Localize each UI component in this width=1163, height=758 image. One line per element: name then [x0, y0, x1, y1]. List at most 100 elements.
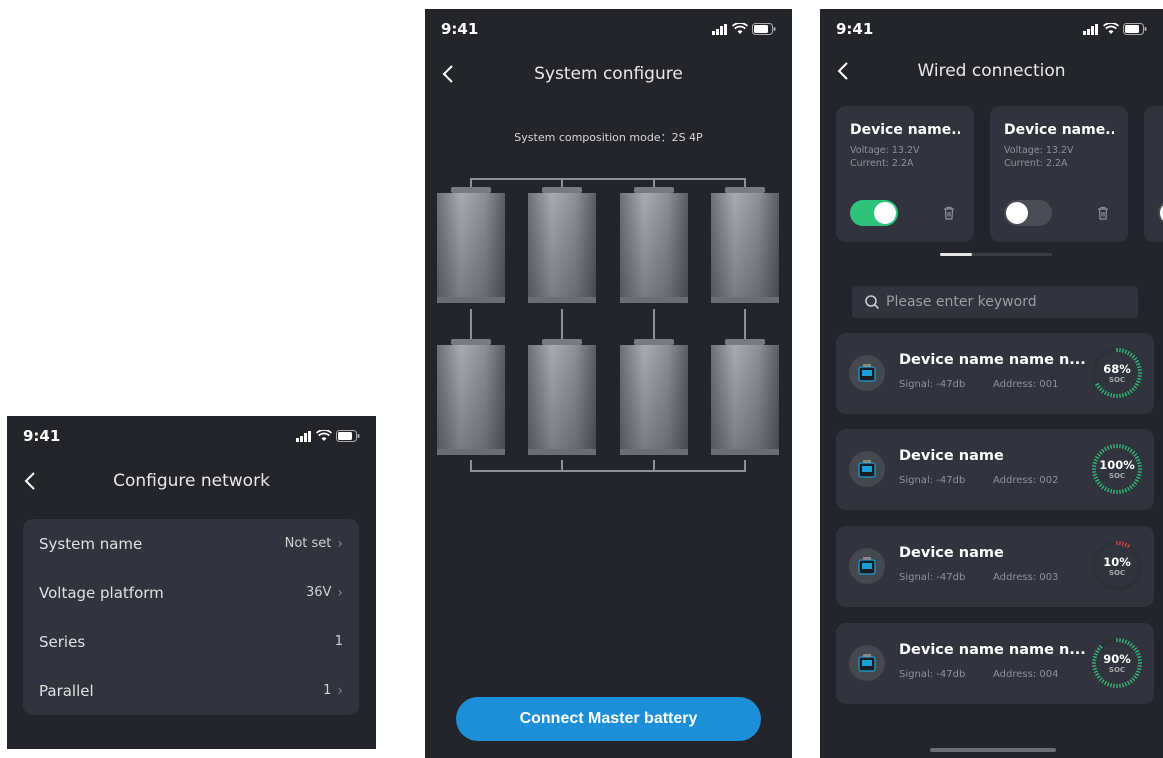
page-title: System configure	[534, 64, 683, 84]
row-label: Series	[39, 632, 86, 651]
row-value: 36V	[305, 585, 332, 600]
battery-icon	[752, 23, 776, 35]
config-card: System name Not set › Voltage platform 36…	[23, 519, 359, 715]
device-toggle[interactable]	[1004, 200, 1052, 226]
back-arrow-icon[interactable]	[437, 62, 461, 86]
device-icon	[849, 355, 885, 391]
device-toggle[interactable]	[1158, 200, 1163, 226]
page-title: Configure network	[113, 471, 270, 491]
home-indicator	[930, 748, 1056, 752]
device-address: Address: 001	[993, 379, 1059, 390]
status-time: 9:41	[23, 427, 61, 445]
status-time: 9:41	[441, 20, 479, 38]
signal-icon	[1083, 23, 1098, 35]
device-voltage: Voltage: 13.2V	[1004, 145, 1074, 156]
battery-cell	[620, 187, 688, 303]
search-icon	[865, 295, 880, 310]
row-value: 1	[323, 683, 332, 698]
device-signal: Signal: -47db	[899, 572, 966, 583]
page-title: Wired connection	[917, 61, 1066, 81]
status-icons	[1083, 23, 1147, 35]
wifi-icon	[316, 430, 332, 441]
device-name: Device name...	[850, 122, 960, 138]
soc-value: 68%	[1103, 362, 1131, 376]
device-list-name: Device name name n...	[899, 642, 1086, 658]
trash-icon[interactable]	[940, 204, 958, 222]
device-icon	[849, 451, 885, 487]
row-label: System name	[39, 534, 143, 553]
search-input[interactable]	[886, 294, 1126, 310]
soc-value: 100%	[1099, 458, 1135, 472]
nav-bar: Configure network	[7, 461, 376, 501]
battery-cell	[437, 187, 505, 303]
device-list-name: Device name	[899, 448, 1004, 464]
soc-label: SOC	[1108, 376, 1126, 384]
composition-mode-text: System composition mode：2S 4P	[514, 131, 703, 144]
battery-cell	[528, 339, 596, 455]
chevron-right-icon: ›	[337, 535, 343, 552]
device-icon	[849, 645, 885, 681]
row-value: Not set	[284, 536, 332, 551]
device-icon	[849, 548, 885, 584]
device-signal: Signal: -47db	[899, 379, 966, 390]
device-current: Current: 2.2A	[1004, 158, 1068, 169]
row-voltage-platform[interactable]: Voltage platform 36V ›	[23, 568, 359, 617]
carousel-pager	[940, 253, 1052, 256]
device-toggle[interactable]	[850, 200, 898, 226]
device-address: Address: 003	[993, 572, 1059, 583]
back-arrow-icon[interactable]	[19, 469, 43, 493]
device-list-item[interactable]: Device name Signal: -47db Address: 003 10% S…	[836, 526, 1154, 607]
soc-label: SOC	[1108, 666, 1126, 674]
wifi-icon	[1103, 23, 1119, 34]
device-address: Address: 002	[993, 475, 1059, 486]
row-label: Parallel	[39, 681, 94, 700]
chevron-right-icon: ›	[337, 682, 343, 699]
battery-cell	[528, 187, 596, 303]
device-voltage: Voltage: 13.2V	[850, 145, 920, 156]
device-list-item[interactable]: Device name Signal: -47db Address: 002 100%…	[836, 429, 1154, 510]
soc-label: SOC	[1108, 472, 1126, 480]
device-card[interactable]: Device name... Voltage: 13.2V Current: 2…	[836, 106, 974, 242]
device-list-name: Device name	[899, 545, 1004, 561]
signal-icon	[712, 23, 727, 35]
signal-icon	[296, 430, 311, 442]
soc-label: SOC	[1108, 569, 1126, 577]
back-arrow-icon[interactable]	[832, 59, 856, 83]
device-signal: Signal: -47db	[899, 475, 966, 486]
device-signal: Signal: -47db	[899, 669, 966, 680]
status-bar: 9:41	[7, 416, 376, 456]
status-icons	[712, 23, 776, 35]
status-bar: 9:41	[820, 9, 1163, 49]
search-bar[interactable]	[852, 286, 1138, 318]
row-parallel[interactable]: Parallel 1 ›	[23, 666, 359, 715]
nav-bar: Wired connection	[820, 51, 1163, 91]
battery-icon	[1123, 23, 1147, 35]
device-list-item[interactable]: Device name name n... Signal: -47db Addres…	[836, 623, 1154, 704]
wifi-icon	[732, 23, 748, 34]
configure-network-screen: 9:41 Configure network System name Not s…	[7, 416, 376, 749]
wired-connection-screen: 9:41 Wired connection Device name... Vol…	[820, 9, 1163, 758]
connect-master-battery-button[interactable]: Connect Master battery	[456, 697, 761, 741]
status-time: 9:41	[836, 20, 874, 38]
device-list-item[interactable]: Device name name n... Signal: -47db Addres…	[836, 333, 1154, 414]
battery-icon	[336, 430, 360, 442]
battery-cell	[711, 187, 779, 303]
device-card-partial[interactable]	[1144, 106, 1163, 242]
trash-icon[interactable]	[1094, 204, 1112, 222]
device-address: Address: 004	[993, 669, 1059, 680]
row-label: Voltage platform	[39, 583, 164, 602]
soc-value: 90%	[1103, 652, 1131, 666]
device-current: Current: 2.2A	[850, 158, 914, 169]
system-configure-screen: 9:41 System configure System composition…	[425, 9, 792, 758]
row-series[interactable]: Series 1	[23, 617, 359, 666]
status-icons	[296, 430, 360, 442]
soc-value: 10%	[1103, 555, 1131, 569]
row-system-name[interactable]: System name Not set ›	[23, 519, 359, 568]
device-name: Device name...	[1004, 122, 1114, 138]
device-card[interactable]: Device name... Voltage: 13.2V Current: 2…	[990, 106, 1128, 242]
battery-pack-diagram	[437, 178, 779, 472]
device-list-name: Device name name n...	[899, 352, 1086, 368]
chevron-right-icon: ›	[337, 584, 343, 601]
nav-bar: System configure	[425, 54, 792, 94]
battery-cell	[437, 339, 505, 455]
